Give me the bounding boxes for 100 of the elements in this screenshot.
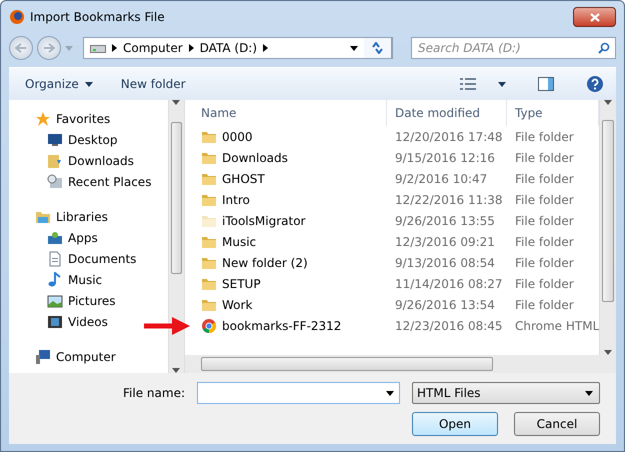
window-title: Import Bookmarks File <box>30 10 166 24</box>
music-note-icon <box>47 272 63 288</box>
picture-icon <box>47 292 63 308</box>
file-name: Work <box>222 298 252 312</box>
horizontal-scrollbar[interactable] <box>185 355 616 373</box>
film-icon <box>47 314 63 330</box>
date-modified: 9/15/2016 12:16 <box>395 150 495 164</box>
open-button[interactable]: Open <box>412 412 498 436</box>
caret-icon <box>585 390 593 396</box>
forward-arrow-icon <box>43 43 55 53</box>
file-row[interactable]: bookmarks-FF-2312 12/23/2016 08:45 Chrome HTML <box>193 315 599 336</box>
chevron-right-icon <box>263 44 268 52</box>
caret-icon <box>84 82 93 86</box>
file-name: 0000 <box>222 130 253 144</box>
caret-icon <box>350 46 358 50</box>
breadcrumb[interactable]: DATA (D:) <box>200 41 258 55</box>
address-bar[interactable]: Computer DATA (D:) <box>83 37 393 59</box>
refresh-button[interactable] <box>364 37 392 59</box>
date-modified: 9/13/2016 08:54 <box>395 256 495 270</box>
vertical-scrollbar[interactable] <box>168 100 184 373</box>
file-type: File folder <box>515 172 574 186</box>
date-modified: 12/23/2016 08:45 <box>395 318 503 332</box>
date-modified: 11/14/2016 08:27 <box>395 276 503 290</box>
file-type: File folder <box>515 276 574 290</box>
nav-item[interactable]: Videos <box>47 311 168 332</box>
nav-item[interactable]: Favorites <box>35 108 168 129</box>
document-icon <box>47 250 63 266</box>
monitor-icon <box>47 132 63 148</box>
file-type: Chrome HTML <box>515 318 600 332</box>
search-icon <box>598 42 610 54</box>
close-icon <box>590 12 600 22</box>
file-name-field[interactable] <box>197 382 400 404</box>
file-row[interactable]: Music 12/3/2016 09:21 File folder <box>193 231 599 252</box>
nav-item[interactable]: Recent Places <box>47 171 168 192</box>
nav-item[interactable]: Music <box>47 269 168 290</box>
chrome-icon <box>201 318 217 334</box>
file-name: bookmarks-FF-2312 <box>222 318 342 332</box>
firefox-logo-icon <box>9 9 25 25</box>
cancel-button[interactable]: Cancel <box>514 412 600 436</box>
star-icon <box>35 110 51 126</box>
date-modified: 12/3/2016 09:21 <box>395 234 495 248</box>
toolbox-icon <box>47 230 63 246</box>
back-arrow-icon <box>15 43 27 53</box>
nav-item[interactable]: Libraries <box>35 206 168 227</box>
details-view-icon <box>460 78 476 90</box>
computer-icon <box>35 348 51 364</box>
nav-item[interactable]: Documents <box>47 248 168 269</box>
chevron-right-icon <box>188 44 194 52</box>
file-row[interactable]: Intro 12/22/2016 11:38 File folder <box>193 189 599 210</box>
file-type: File folder <box>515 214 574 228</box>
column-header[interactable]: Name <box>193 100 387 126</box>
chevron-right-icon <box>112 44 117 52</box>
file-type: File folder <box>515 298 574 312</box>
date-modified: 9/26/2016 13:54 <box>395 298 495 312</box>
file-name: Music <box>222 234 256 248</box>
date-modified: 12/20/2016 17:48 <box>395 130 503 144</box>
vertical-scrollbar[interactable] <box>599 100 616 355</box>
pointer-arrow-drawing <box>144 317 190 335</box>
preview-pane-button[interactable] <box>536 75 556 93</box>
file-row[interactable]: Work 9/26/2016 13:54 File folder <box>193 294 599 315</box>
recent-places-icon <box>47 174 63 190</box>
file-type: File folder <box>515 150 574 164</box>
new-folder-button[interactable]: New folder <box>120 75 186 93</box>
drive-icon <box>90 43 106 53</box>
column-header[interactable]: Date modified <box>387 100 507 126</box>
file-type: File folder <box>515 234 574 248</box>
caret-icon <box>386 390 394 396</box>
file-type-dropdown[interactable]: HTML Files <box>412 382 600 404</box>
file-name: New folder (2) <box>222 256 308 270</box>
date-modified: 9/2/2016 10:47 <box>395 172 488 186</box>
file-name: Downloads <box>222 150 288 164</box>
preview-pane-icon <box>538 77 554 91</box>
date-modified: 9/26/2016 13:55 <box>395 214 495 228</box>
file-name: SETUP <box>222 276 261 290</box>
nav-item[interactable]: Pictures <box>47 290 168 311</box>
file-row[interactable]: 0000 12/20/2016 17:48 File folder <box>193 126 599 147</box>
nav-item[interactable]: Downloads <box>47 150 168 171</box>
caret-icon <box>65 46 73 50</box>
organize-button[interactable]: Organize <box>25 75 93 93</box>
view-options-button[interactable] <box>458 76 508 92</box>
file-row[interactable]: SETUP 11/14/2016 08:27 File folder <box>193 273 599 294</box>
caret-icon <box>498 82 506 86</box>
search-field[interactable]: Search DATA (D:) <box>411 37 616 59</box>
nav-item[interactable]: Apps <box>47 227 168 248</box>
file-type: File folder <box>515 256 574 270</box>
file-row[interactable]: Downloads 9/15/2016 12:16 File folder <box>193 147 599 168</box>
breadcrumb[interactable]: Computer <box>123 41 183 55</box>
file-type: File folder <box>515 130 574 144</box>
file-name: GHOST <box>222 172 265 186</box>
file-row[interactable]: iToolsMigrator 9/26/2016 13:55 File folder <box>193 210 599 231</box>
file-type: File folder <box>515 192 574 206</box>
help-icon <box>586 75 604 93</box>
file-row[interactable]: New folder (2) 9/13/2016 08:54 File folder <box>193 252 599 273</box>
close-button[interactable] <box>573 7 616 27</box>
nav-item[interactable]: Computer <box>35 346 168 367</box>
date-modified: 12/22/2016 11:38 <box>395 192 503 206</box>
folder-download-icon <box>47 152 63 168</box>
nav-item[interactable]: Desktop <box>47 129 168 150</box>
file-row[interactable]: GHOST 9/2/2016 10:47 File folder <box>193 168 599 189</box>
help-button[interactable] <box>584 73 606 95</box>
